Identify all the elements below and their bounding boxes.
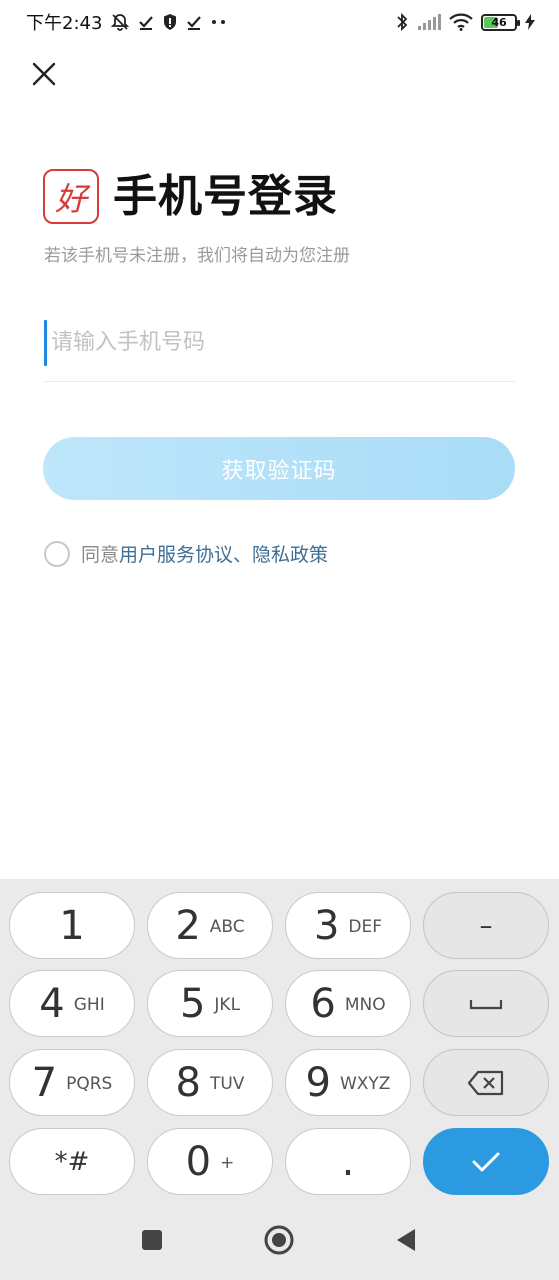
home-button[interactable]: [263, 1224, 295, 1256]
key-letters: MNO: [344, 994, 386, 1015]
charging-icon: [525, 12, 535, 32]
key-digit: 7: [31, 1059, 58, 1106]
square-icon: [142, 1230, 162, 1250]
minus-label: –: [479, 910, 493, 941]
back-button[interactable]: [390, 1224, 422, 1256]
key-0[interactable]: 0 +: [147, 1128, 273, 1195]
key-dot[interactable]: .: [285, 1128, 411, 1195]
key-digit: *#: [54, 1146, 90, 1177]
agreement-separator: 、: [233, 544, 253, 566]
key-letters: ABC: [209, 916, 245, 937]
check-icon: [186, 12, 202, 32]
key-letters: DEF: [348, 916, 383, 937]
key-star-hash[interactable]: *#: [9, 1128, 135, 1195]
page-subtitle: 若该手机号未注册，我们将自动为您注册: [44, 246, 350, 266]
app-logo: 好: [43, 169, 99, 224]
key-minus[interactable]: –: [423, 892, 549, 959]
key-digit: 5: [179, 980, 206, 1027]
home-circle-icon: [264, 1225, 294, 1255]
check-icon: [472, 1152, 500, 1171]
key-digit: 3: [313, 902, 340, 949]
key-7[interactable]: 7 PQRS: [9, 1049, 135, 1116]
key-3[interactable]: 3 DEF: [285, 892, 411, 959]
more-dots-icon: [210, 12, 228, 32]
status-left: 下午2:43: [26, 9, 228, 35]
key-digit: 6: [310, 980, 336, 1027]
key-8[interactable]: 8 TUV: [147, 1049, 273, 1116]
agreement-checkbox[interactable]: [44, 540, 70, 567]
key-5[interactable]: 5 JKL: [147, 970, 273, 1037]
key-6[interactable]: 6 MNO: [285, 970, 411, 1037]
mute-bell-icon: [110, 12, 130, 32]
space-icon: [469, 999, 503, 1009]
key-4[interactable]: 4 GHI: [9, 970, 135, 1037]
battery-level: 46: [491, 15, 507, 29]
phone-input[interactable]: [47, 319, 487, 366]
key-digit: 4: [39, 980, 65, 1027]
key-1[interactable]: 1: [9, 892, 135, 959]
status-time: 下午2:43: [26, 13, 103, 34]
key-9[interactable]: 9 WXYZ: [285, 1049, 411, 1116]
shield-icon: [162, 12, 178, 32]
status-right: 46: [395, 12, 535, 32]
key-letters: GHI: [73, 994, 105, 1015]
key-backspace[interactable]: [423, 1049, 549, 1116]
recents-button[interactable]: [136, 1224, 168, 1256]
close-icon: [32, 62, 56, 86]
privacy-link[interactable]: 隐私政策: [252, 540, 328, 567]
backspace-icon: [467, 1070, 504, 1095]
agreement-row: 同意 用户服务协议 、 隐私政策: [44, 540, 328, 567]
check-icon: [138, 12, 154, 32]
wifi-icon: [449, 12, 473, 32]
get-code-button[interactable]: 获取验证码: [43, 437, 515, 500]
phone-field[interactable]: [44, 316, 515, 382]
key-letters: PQRS: [66, 1073, 113, 1094]
page-title: 手机号登录: [113, 171, 338, 222]
key-2[interactable]: 2 ABC: [147, 892, 273, 959]
key-letters: JKL: [214, 994, 241, 1015]
key-digit: 9: [305, 1059, 331, 1106]
status-bar: 下午2:43 46: [0, 0, 559, 44]
key-digit: 2: [175, 902, 201, 949]
terms-link[interactable]: 用户服务协议: [119, 540, 233, 567]
bluetooth-icon: [395, 12, 409, 32]
key-digit: 8: [175, 1059, 201, 1106]
key-letters: WXYZ: [339, 1073, 391, 1094]
key-letters: TUV: [209, 1073, 245, 1094]
navigation-bar: [0, 1210, 559, 1276]
agreement-prefix: 同意: [81, 544, 120, 566]
signal-icon: [417, 12, 441, 32]
key-digit: 1: [59, 902, 85, 949]
key-letters: +: [220, 1152, 235, 1173]
battery-icon: 46: [481, 13, 520, 31]
key-digit: 0: [185, 1138, 212, 1185]
back-triangle-icon: [397, 1229, 415, 1251]
key-digit: .: [341, 1138, 355, 1185]
close-button[interactable]: [26, 56, 62, 92]
key-space[interactable]: [423, 970, 549, 1037]
key-confirm[interactable]: [423, 1128, 549, 1195]
